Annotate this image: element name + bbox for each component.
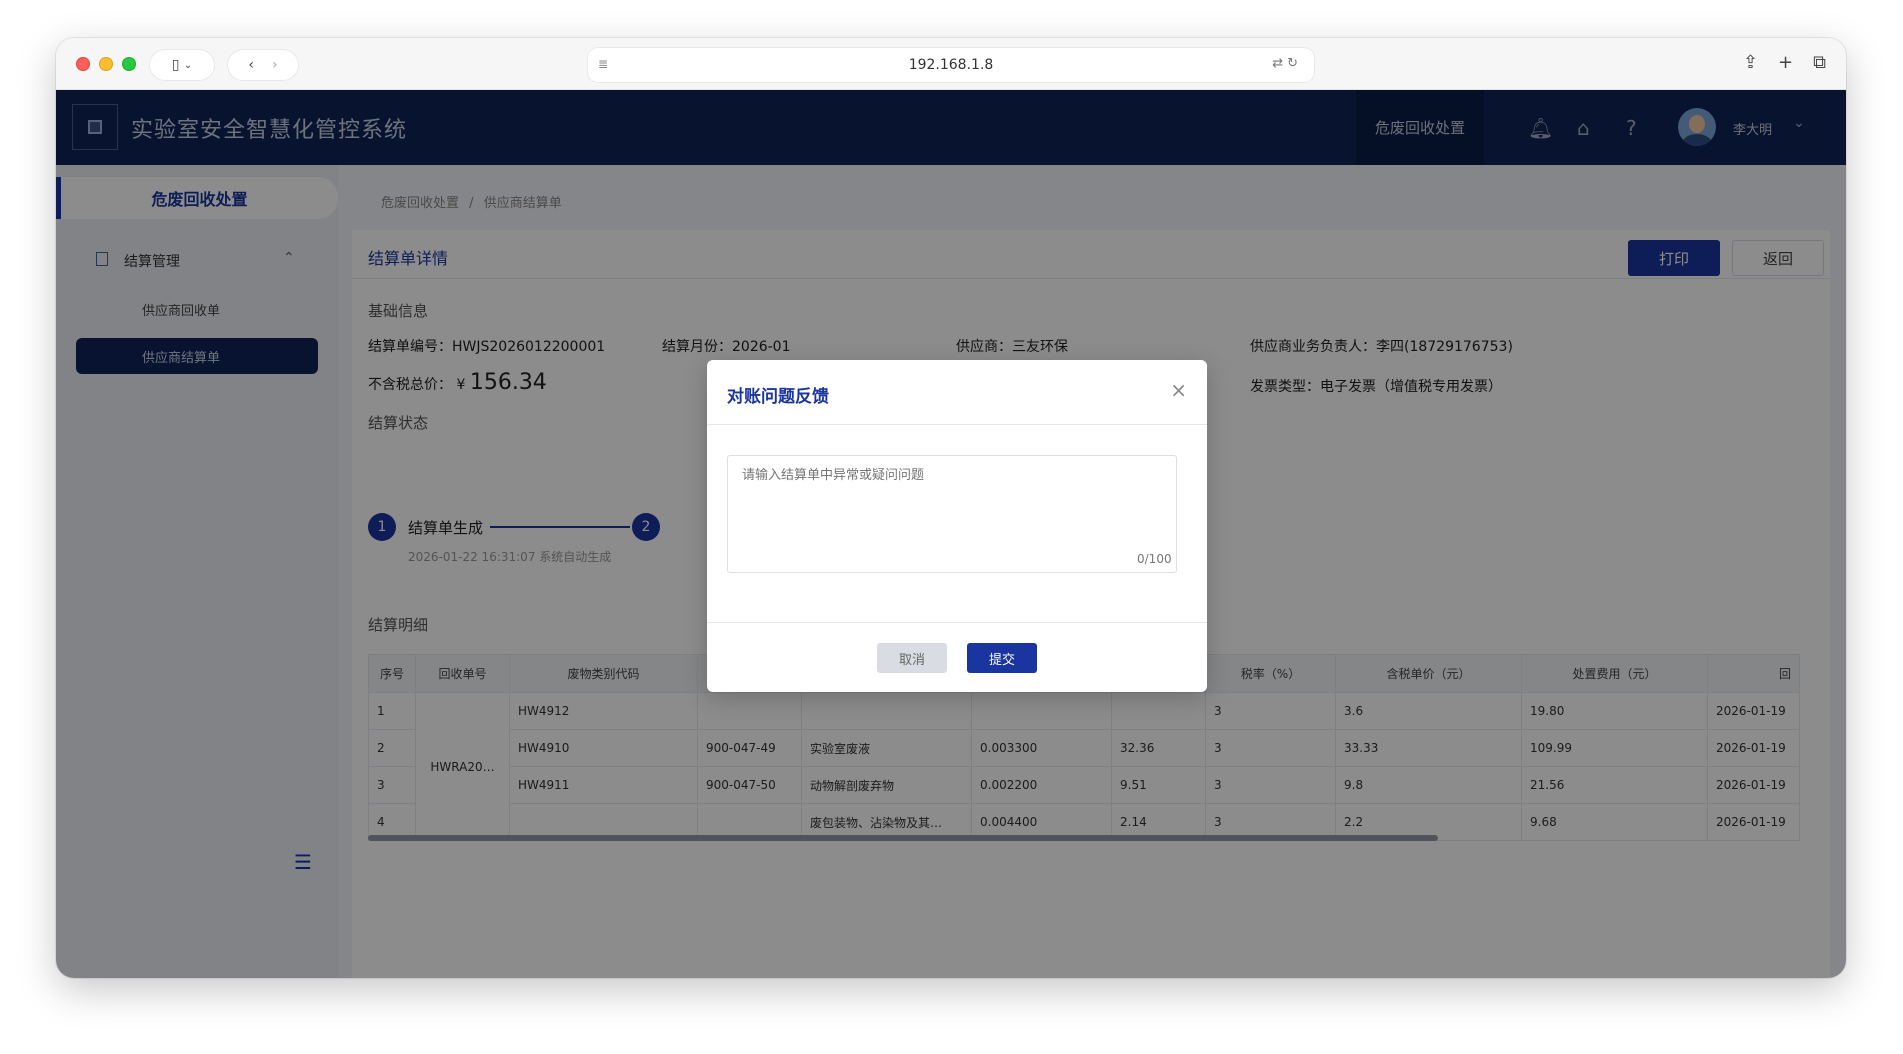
browser-window: ▯ ⌄ ‹ › ≣ 192.168.1.8 ⇄↻ ⇪ + ⧉ 实验室安全智慧化管… — [56, 38, 1846, 978]
sidebar-toggle-button[interactable]: ▯ ⌄ — [150, 50, 214, 80]
back-arrow-icon[interactable]: ‹ — [248, 57, 254, 73]
char-counter: 0/100 — [1137, 552, 1172, 566]
new-tab-icon[interactable]: + — [1778, 52, 1793, 73]
browser-toolbar: ▯ ⌄ ‹ › ≣ 192.168.1.8 ⇄↻ ⇪ + ⧉ — [56, 38, 1846, 90]
translate-reload-icons[interactable]: ⇄↻ — [1272, 56, 1302, 71]
url-text: 192.168.1.8 — [908, 57, 994, 73]
dialog-divider-bottom — [707, 622, 1207, 623]
close-icon[interactable]: × — [1170, 378, 1187, 402]
address-bar[interactable]: ≣ 192.168.1.8 ⇄↻ — [588, 48, 1314, 82]
forward-arrow-icon[interactable]: › — [272, 57, 278, 73]
chevron-down-icon: ⌄ — [183, 59, 193, 71]
share-icon[interactable]: ⇪ — [1743, 52, 1758, 73]
minimize-window-button[interactable] — [99, 57, 113, 71]
history-nav: ‹ › — [228, 50, 298, 80]
tabs-overview-icon[interactable]: ⧉ — [1813, 52, 1826, 73]
cancel-button[interactable]: 取消 — [877, 643, 947, 673]
close-window-button[interactable] — [76, 57, 90, 71]
page-menu-icon[interactable]: ≣ — [598, 57, 612, 71]
dialog-title: 对账问题反馈 — [727, 387, 829, 407]
submit-button[interactable]: 提交 — [967, 643, 1037, 673]
dialog-divider-top — [707, 424, 1207, 425]
sidebar-icon: ▯ — [171, 57, 180, 73]
feedback-dialog: 对账问题反馈 × 0/100 取消 提交 — [707, 360, 1207, 692]
browser-right-tools: ⇪ + ⧉ — [1743, 52, 1826, 73]
maximize-window-button[interactable] — [122, 57, 136, 71]
feedback-textarea[interactable] — [727, 455, 1177, 573]
